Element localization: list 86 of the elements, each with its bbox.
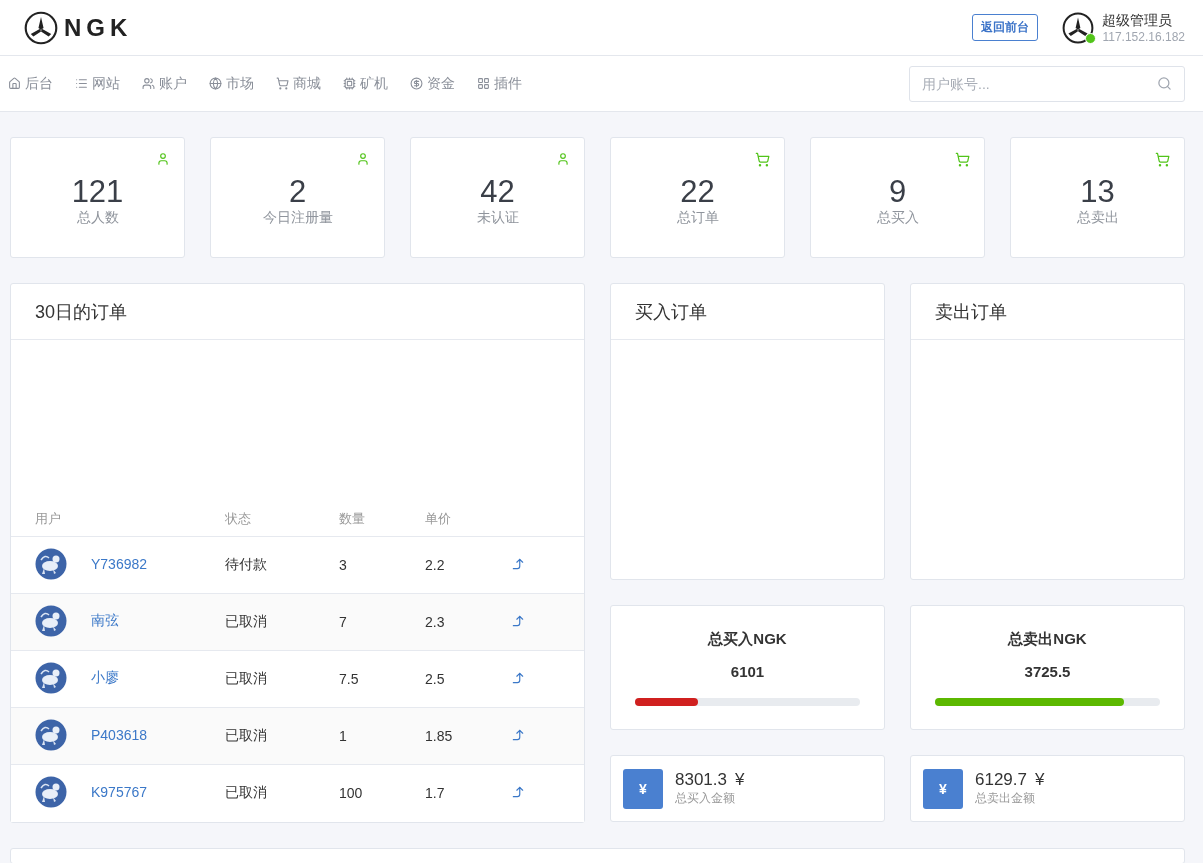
amount-label: 总买入金额 [675,790,736,807]
nav-item[interactable]: 商城 [276,74,321,93]
stat-value: 13 [1080,174,1115,209]
logo-text: NGK [64,13,133,42]
amount-value: 8301.3 [675,770,727,790]
user-link[interactable]: 南弦 [91,611,119,630]
share-icon[interactable] [511,556,525,571]
cart-icon [755,152,770,167]
nav-item[interactable]: 账户 [142,74,187,93]
chip-icon [343,77,356,90]
coin-icon [410,77,423,90]
table-cell: 100 [339,764,425,822]
total-label: 总卖出NGK [1008,630,1087,649]
table-cell: 待付款 [225,536,339,594]
column-header: 数量 [339,502,425,537]
total-value: 6101 [730,663,765,680]
table-cell: 已取消 [225,707,339,765]
table-cell: 2.3 [425,593,511,651]
panel-title: 买入订单 [611,284,884,340]
cart-icon [276,77,289,90]
amount-label: 总卖出金额 [975,790,1036,807]
stat-label: 总人数 [76,208,119,227]
stat-value: 22 [680,174,715,209]
table-cell: 1.85 [425,707,511,765]
panel-title: 卖出订单 [911,284,1184,340]
avatar-icon [1062,11,1095,44]
total-value: 3725.5 [1024,663,1071,680]
currency-sign: ¥ [735,770,745,790]
home-icon [8,77,21,90]
user-icon [156,152,170,166]
stat-value: 121 [71,174,124,209]
stat-label: 总买入 [876,208,919,227]
user-link[interactable]: 小廖 [91,668,119,687]
user-link[interactable]: K975767 [91,783,148,800]
nav-item[interactable]: 资金 [410,74,455,93]
column-header: 单价 [425,502,511,537]
table-cell: 已取消 [225,593,339,651]
stat-label: 总卖出 [1076,208,1119,227]
column-header: 状态 [225,502,339,537]
table-cell: 已取消 [225,764,339,822]
search-icon[interactable] [1157,75,1172,91]
share-icon[interactable] [511,670,525,685]
user-ip: 117.152.16.182 [1102,29,1185,44]
stat-label: 总订单 [676,208,719,227]
grid-icon [477,77,490,90]
table-cell: 2.2 [425,536,511,594]
table-cell: 已取消 [225,650,339,708]
table-cell: 1 [339,707,425,765]
table-cell: 2.5 [425,650,511,708]
share-icon[interactable] [511,727,525,742]
list-icon [75,77,88,90]
stat-value: 9 [888,174,907,209]
nav-item[interactable]: 网站 [75,74,120,93]
column-header: 用户 [11,502,225,537]
table-cell: 1.7 [425,764,511,822]
currency-badge: ¥ [623,768,663,809]
user-icon [356,152,370,166]
total-label: 总买入NGK [708,630,787,649]
table-cell: 7.5 [339,650,425,708]
cart-icon [955,152,970,167]
share-icon[interactable] [511,613,525,628]
stat-label: 未认证 [476,208,519,227]
user-name: 超级管理员 [1102,11,1174,30]
table-cell: 7 [339,593,425,651]
search-field[interactable]: 用户账号... [909,65,1185,102]
user-link[interactable]: Y736982 [91,555,148,572]
amount-value: 6129.7 [975,770,1027,790]
globe-icon [209,77,222,90]
stat-value: 2 [288,174,307,209]
currency-badge: ¥ [923,768,963,809]
stat-label: 今日注册量 [262,208,333,227]
stat-value: 42 [480,174,515,209]
table-cell: 3 [339,536,425,594]
nav-item[interactable]: 后台 [8,74,53,93]
nav-item[interactable]: 市场 [209,74,254,93]
panel-title: 30日的订单 [11,284,584,340]
back-button[interactable]: 返回前台 [972,14,1039,41]
cart-icon [1155,152,1170,167]
currency-sign: ¥ [1035,770,1045,790]
user-icon [556,152,570,166]
user-link[interactable]: P403618 [91,726,148,743]
nav-item[interactable]: 矿机 [343,74,388,93]
nav-item[interactable]: 插件 [477,74,522,93]
logo-icon [24,10,58,45]
users-icon [142,77,155,90]
share-icon[interactable] [511,784,525,799]
